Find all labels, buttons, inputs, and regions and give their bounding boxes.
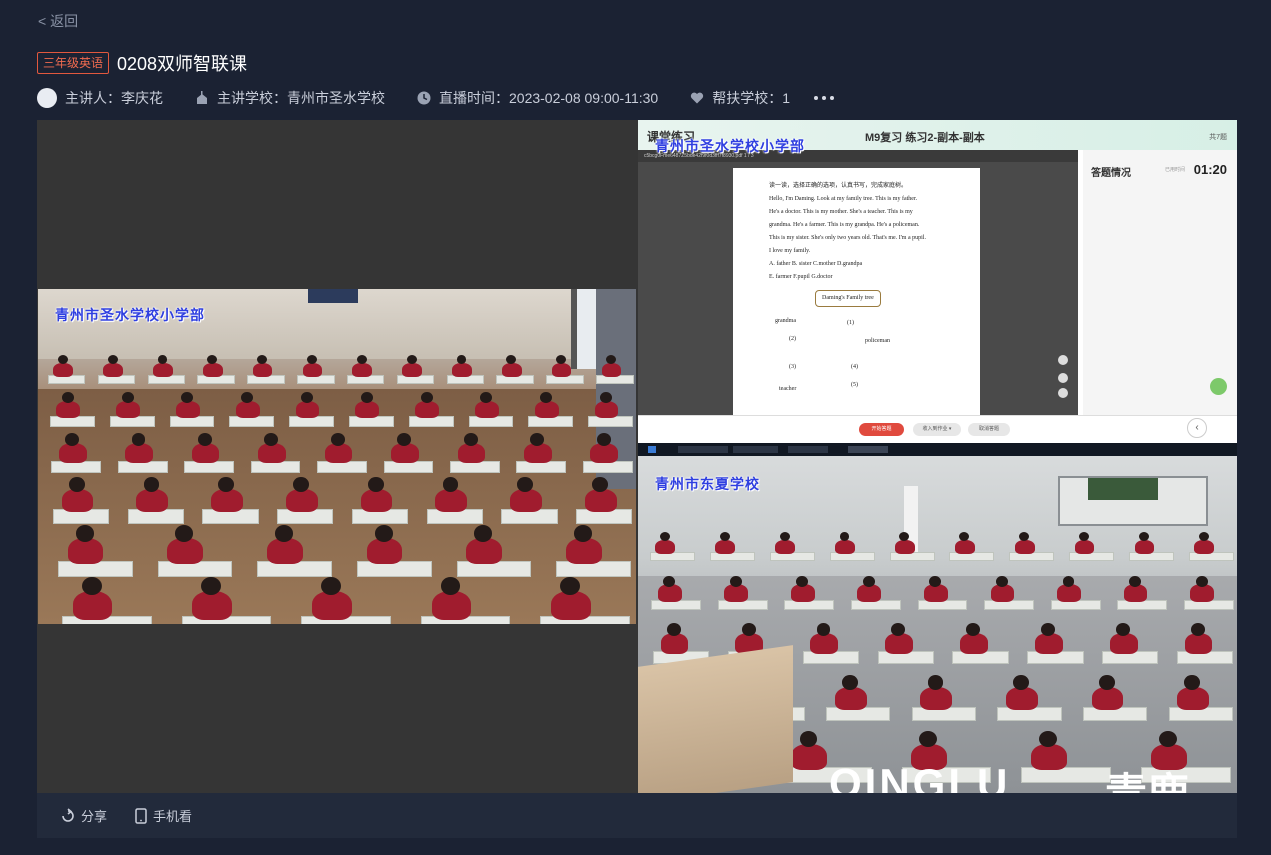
left-camera-label: 青州市圣水学校小学部 <box>55 307 205 323</box>
bottom-toolbar: 分享 手机看 <box>37 793 1237 838</box>
subject-tag: 三年级英语 <box>37 52 110 74</box>
document-page: 读一读，选择正确的选项，认真书写，完成家庭树。 Hello, I'm Daming… <box>733 168 980 416</box>
meta-row: 主讲人：李庆花 主讲学校：青州市圣水学校 直播时间：2023-02-08 09:… <box>37 87 834 109</box>
document-line: A. father B. sister C.mother D.grandpa <box>769 261 863 267</box>
tree-label: (3) <box>789 364 796 370</box>
courseware-slide: 课堂练习 M9复习 练习2-副本-副本 共7题 c5bcg0Fme6487Z5b… <box>638 120 1237 443</box>
back-link[interactable]: < 返回 <box>38 11 78 31</box>
tree-title: Daming's Family tree <box>815 290 881 307</box>
taskbar-strip <box>638 443 1237 456</box>
mobile-view-button[interactable]: 手机看 <box>135 806 192 825</box>
phone-icon <box>135 807 147 824</box>
share-icon <box>62 807 74 822</box>
slide-back-icon[interactable]: ‹ <box>1187 418 1207 438</box>
timer: 01:20 <box>1193 162 1227 177</box>
tree-label: grandma <box>775 318 796 324</box>
support-text: 帮扶学校：1 <box>712 90 790 106</box>
document-line: Hello, I'm Daming. Look at my family tre… <box>769 196 918 202</box>
right-bottom-camera-label: 青州市东夏学校 <box>655 476 760 492</box>
tree-label: policeman <box>865 338 890 344</box>
avatar <box>37 88 57 108</box>
document-line: I love my family. <box>769 248 811 254</box>
share-label: 分享 <box>81 809 108 824</box>
speaker-text: 主讲人：李庆花 <box>65 90 163 106</box>
school-icon <box>197 91 207 104</box>
slide-footer: 开始答题 收入到作业 ▾ 取消答题 ‹ <box>638 415 1237 443</box>
assistant-icon[interactable] <box>1210 378 1227 395</box>
document-line: grandma. He's a farmer. This is my grand… <box>769 222 920 228</box>
right-top-camera-label: 青州市圣水学校小学部 <box>655 138 805 154</box>
school-text: 主讲学校：青州市圣水学校 <box>217 90 385 106</box>
add-homework-button[interactable]: 收入到作业 ▾ <box>913 423 961 436</box>
support-info: 帮扶学校：1 <box>690 88 790 108</box>
speaker-info: 主讲人：李庆花 <box>37 88 163 108</box>
time-text: 直播时间：2023-02-08 09:00-11:30 <box>439 90 659 106</box>
document-line: E. farmer F.pupil G.doctor <box>769 274 833 280</box>
title-row: 三年级英语 0208双师智联课 <box>37 50 247 76</box>
cancel-answer-button[interactable]: 取消答题 <box>968 423 1010 436</box>
slide-count: 共7题 <box>1209 134 1227 141</box>
tree-label: (5) <box>851 382 858 388</box>
clock-icon <box>417 91 431 105</box>
document-line: This is my sister. She's only two years … <box>769 235 926 241</box>
school-info: 主讲学校：青州市圣水学校 <box>195 88 385 108</box>
mobile-label: 手机看 <box>153 809 193 824</box>
zoom-out-icon[interactable] <box>1058 388 1068 398</box>
page-title: 0208双师智联课 <box>117 54 248 74</box>
tree-label: (1) <box>847 320 854 326</box>
tree-label: teacher <box>779 386 797 392</box>
zoom-in-icon[interactable] <box>1058 373 1068 383</box>
zoom-reset-icon[interactable] <box>1058 355 1068 365</box>
answer-label: 答题情况 <box>1091 168 1131 179</box>
document-line: He's a doctor. This is my mother. She's … <box>769 209 913 215</box>
back-label[interactable]: < 返回 <box>38 11 78 31</box>
document-line: 读一读，选择正确的选项，认真书写，完成家庭树。 <box>769 183 908 189</box>
right-camera-feed: 青州市东夏学校 <box>638 456 1237 793</box>
video-player[interactable]: 青州市圣水学校小学部 课堂练习 M9复习 练习2-副本-副本 共7题 c5bcg… <box>37 120 1237 793</box>
start-answer-button[interactable]: 开始答题 <box>859 423 904 436</box>
slide-title: M9复习 练习2-副本-副本 <box>865 132 985 144</box>
answer-panel: 答题情况 已用时间 01:20 <box>1083 150 1237 415</box>
tree-label: (4) <box>851 364 858 370</box>
left-camera-feed: 青州市圣水学校小学部 <box>38 289 636 624</box>
share-button[interactable]: 分享 <box>59 806 107 825</box>
more-icon[interactable] <box>814 96 834 100</box>
time-info: 直播时间：2023-02-08 09:00-11:30 <box>417 88 658 108</box>
document-viewer: c5bcg0Fme6487Z5bde42f9f0d3fff7f8930.pdf … <box>638 150 1078 416</box>
heart-icon <box>691 92 704 104</box>
timer-prefix: 已用时间 <box>1164 167 1185 173</box>
tree-label: (2) <box>789 336 796 342</box>
